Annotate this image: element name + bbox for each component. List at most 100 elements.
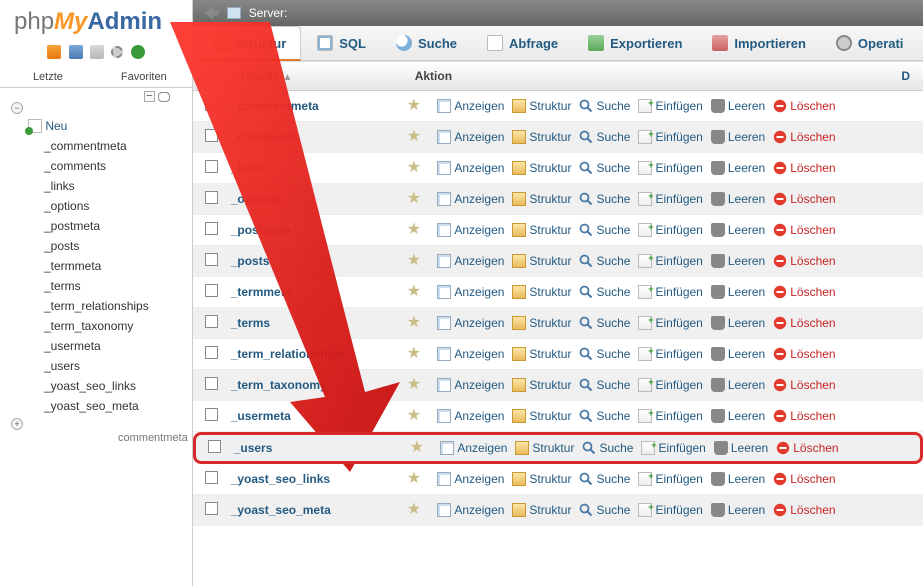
- browse-action[interactable]: Anzeigen: [435, 409, 506, 423]
- search-action[interactable]: Suche: [577, 347, 632, 361]
- empty-action[interactable]: Leeren: [709, 161, 767, 175]
- back-icon[interactable]: [205, 6, 219, 20]
- favorite-icon[interactable]: ★: [407, 192, 421, 206]
- tab-abfrage[interactable]: Abfrage: [473, 26, 572, 60]
- structure-action[interactable]: Struktur: [510, 378, 573, 392]
- empty-action[interactable]: Leeren: [709, 285, 767, 299]
- browse-action[interactable]: Anzeigen: [435, 192, 506, 206]
- empty-action[interactable]: Leeren: [709, 503, 767, 517]
- tree-table-item[interactable]: _terms: [44, 276, 188, 296]
- favorite-icon[interactable]: ★: [407, 161, 421, 175]
- search-action[interactable]: Suche: [577, 316, 632, 330]
- home-icon[interactable]: [47, 45, 61, 59]
- drop-action[interactable]: Löschen: [771, 347, 837, 361]
- browse-action[interactable]: Anzeigen: [435, 378, 506, 392]
- tab-importieren[interactable]: Importieren: [698, 26, 820, 60]
- tree-table-item[interactable]: _term_taxonomy: [44, 316, 188, 336]
- col-d[interactable]: D: [893, 62, 923, 90]
- browse-action[interactable]: Anzeigen: [435, 316, 506, 330]
- settings-icon[interactable]: [111, 46, 123, 58]
- structure-action[interactable]: Struktur: [510, 285, 573, 299]
- empty-action[interactable]: Leeren: [709, 192, 767, 206]
- reload-icon[interactable]: [131, 45, 145, 59]
- drop-action[interactable]: Löschen: [771, 99, 837, 113]
- browse-action[interactable]: Anzeigen: [435, 503, 506, 517]
- search-action[interactable]: Suche: [580, 441, 635, 455]
- structure-action[interactable]: Struktur: [510, 223, 573, 237]
- favorite-icon[interactable]: ★: [407, 99, 421, 113]
- docs-icon[interactable]: [90, 45, 104, 59]
- row-checkbox[interactable]: [205, 346, 218, 359]
- row-checkbox[interactable]: [208, 440, 221, 453]
- browse-action[interactable]: Anzeigen: [435, 347, 506, 361]
- favorite-icon[interactable]: ★: [407, 254, 421, 268]
- row-checkbox[interactable]: [205, 502, 218, 515]
- table-name-link[interactable]: _users: [234, 441, 410, 455]
- structure-action[interactable]: Struktur: [510, 130, 573, 144]
- drop-action[interactable]: Löschen: [771, 378, 837, 392]
- empty-action[interactable]: Leeren: [709, 378, 767, 392]
- browse-action[interactable]: Anzeigen: [435, 285, 506, 299]
- empty-action[interactable]: Leeren: [709, 316, 767, 330]
- table-name-link[interactable]: _yoast_seo_links: [231, 472, 407, 486]
- structure-action[interactable]: Struktur: [510, 254, 573, 268]
- table-name-link[interactable]: _commentmeta: [231, 99, 407, 113]
- tree-table-item[interactable]: _termmeta: [44, 256, 188, 276]
- tab-operationen[interactable]: Operati: [822, 26, 918, 60]
- favorite-icon[interactable]: ★: [407, 409, 421, 423]
- drop-action[interactable]: Löschen: [771, 316, 837, 330]
- drop-action[interactable]: Löschen: [771, 503, 837, 517]
- sort-asc-icon[interactable]: ▲: [283, 72, 293, 83]
- tree-table-item[interactable]: _yoast_seo_meta: [44, 396, 188, 416]
- favorite-icon[interactable]: ★: [407, 472, 421, 486]
- structure-action[interactable]: Struktur: [510, 347, 573, 361]
- tree-table-item[interactable]: _usermeta: [44, 336, 188, 356]
- insert-action[interactable]: Einfügen: [636, 316, 704, 330]
- table-name-link[interactable]: _terms: [231, 316, 407, 330]
- insert-action[interactable]: Einfügen: [636, 99, 704, 113]
- insert-action[interactable]: Einfügen: [636, 409, 704, 423]
- drop-action[interactable]: Löschen: [771, 192, 837, 206]
- drop-action[interactable]: Löschen: [771, 130, 837, 144]
- tree-expand-icon[interactable]: +: [11, 418, 23, 430]
- empty-action[interactable]: Leeren: [709, 130, 767, 144]
- empty-action[interactable]: Leeren: [709, 223, 767, 237]
- row-checkbox[interactable]: [205, 160, 218, 173]
- tree-collapse-icon[interactable]: −: [11, 102, 23, 114]
- table-name-link[interactable]: _options: [231, 192, 407, 206]
- favorite-icon[interactable]: ★: [410, 441, 424, 455]
- search-action[interactable]: Suche: [577, 503, 632, 517]
- row-checkbox[interactable]: [205, 191, 218, 204]
- insert-action[interactable]: Einfügen: [636, 161, 704, 175]
- drop-action[interactable]: Löschen: [771, 285, 837, 299]
- table-name-link[interactable]: _posts: [231, 254, 407, 268]
- insert-action[interactable]: Einfügen: [636, 378, 704, 392]
- insert-action[interactable]: Einfügen: [636, 472, 704, 486]
- col-tabelle[interactable]: Tabelle: [239, 69, 279, 83]
- favorite-icon[interactable]: ★: [407, 223, 421, 237]
- structure-action[interactable]: Struktur: [510, 99, 573, 113]
- search-action[interactable]: Suche: [577, 223, 632, 237]
- search-action[interactable]: Suche: [577, 254, 632, 268]
- row-checkbox[interactable]: [205, 471, 218, 484]
- tree-table-item[interactable]: _options: [44, 196, 188, 216]
- insert-action[interactable]: Einfügen: [636, 285, 704, 299]
- browse-action[interactable]: Anzeigen: [435, 254, 506, 268]
- drop-action[interactable]: Löschen: [771, 161, 837, 175]
- favorites-tab[interactable]: Favoriten: [96, 67, 192, 87]
- recent-tab[interactable]: Letzte: [0, 67, 96, 87]
- drop-action[interactable]: Löschen: [774, 441, 840, 455]
- structure-action[interactable]: Struktur: [510, 192, 573, 206]
- search-action[interactable]: Suche: [577, 285, 632, 299]
- tab-struktur[interactable]: Struktur: [199, 26, 302, 61]
- row-checkbox[interactable]: [205, 377, 218, 390]
- tree-table-item[interactable]: _postmeta: [44, 216, 188, 236]
- tree-table-item[interactable]: _yoast_seo_links: [44, 376, 188, 396]
- search-action[interactable]: Suche: [577, 472, 632, 486]
- empty-action[interactable]: Leeren: [712, 441, 770, 455]
- table-name-link[interactable]: _term_relationships: [231, 347, 407, 361]
- drop-action[interactable]: Löschen: [771, 223, 837, 237]
- empty-action[interactable]: Leeren: [709, 409, 767, 423]
- tree-table-item[interactable]: _term_relationships: [44, 296, 188, 316]
- structure-action[interactable]: Struktur: [510, 503, 573, 517]
